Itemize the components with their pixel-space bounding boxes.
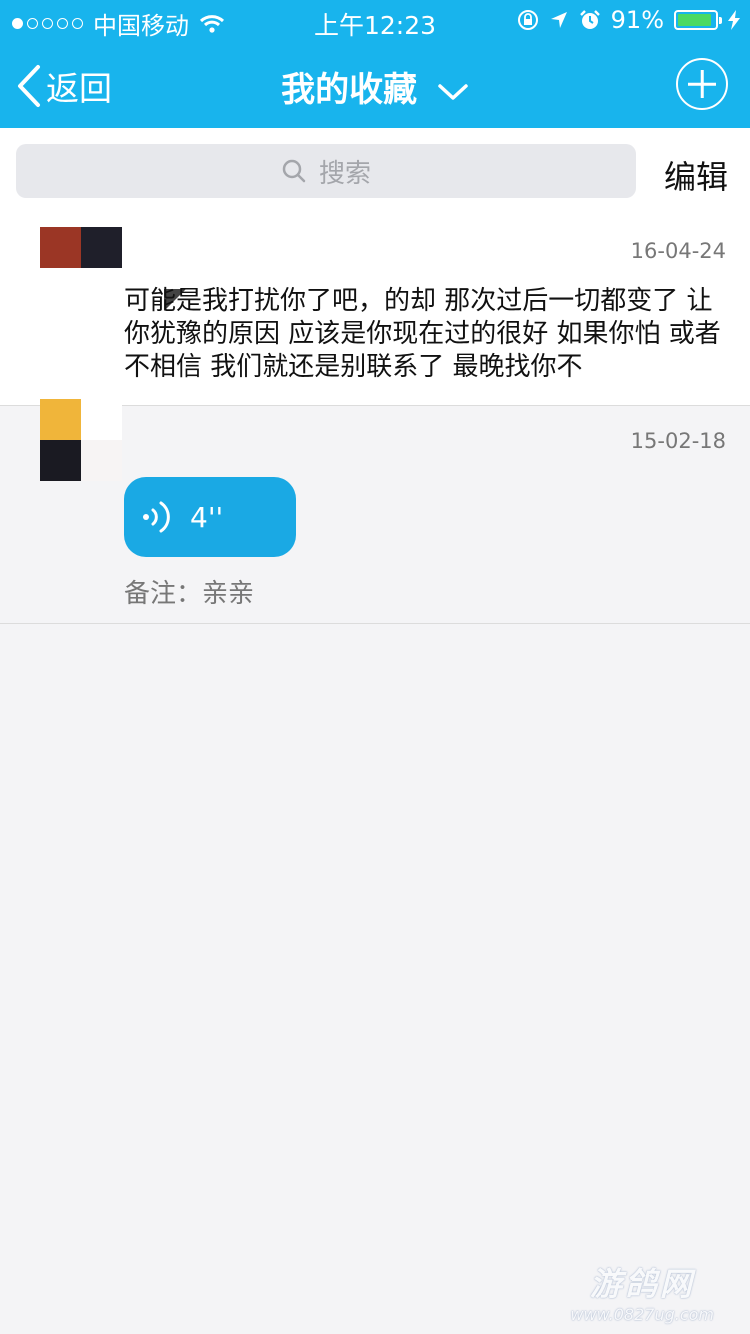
battery-icon (674, 10, 722, 30)
alarm-icon (579, 10, 600, 29)
search-placeholder: 搜索 (318, 158, 371, 189)
title-dropdown[interactable]: 我的收藏 (0, 62, 750, 111)
favorites-list: 16-04-24 可能是我打扰你了吧，的却 那次过后一切都变了 让你犹豫的原因 … (0, 205, 750, 624)
item-date: 15-02-18 (630, 429, 726, 453)
sound-wave-icon (143, 501, 170, 533)
voice-duration: 4'' (190, 500, 224, 534)
battery-level-fill (678, 14, 711, 26)
rotation-lock-icon (517, 10, 538, 30)
item-date: 16-04-24 (630, 239, 726, 263)
search-input[interactable]: 搜索 (16, 144, 636, 198)
avatar (40, 227, 186, 311)
status-right: 91% (517, 6, 740, 34)
list-item[interactable]: 16-04-24 可能是我打扰你了吧，的却 那次过后一切都变了 让你犹豫的原因 … (0, 205, 750, 406)
avatar (40, 399, 122, 481)
navigation-bar: 返回 我的收藏 (0, 40, 750, 128)
edit-button[interactable]: 编辑 (664, 152, 728, 198)
site-watermark: 游鸽网 www.0827ug.com (570, 1259, 714, 1324)
watermark-url: www.0827ug.com (570, 1305, 714, 1324)
page-title: 我的收藏 (281, 70, 418, 110)
charging-icon (728, 10, 740, 30)
voice-message-button[interactable]: 4'' (124, 477, 296, 557)
watermark-title: 游鸽网 (589, 1265, 695, 1303)
status-bar: 中国移动 上午12:23 91% (0, 0, 750, 40)
battery-percent: 91% (610, 6, 664, 34)
add-button[interactable] (676, 58, 728, 110)
list-item[interactable]: 15-02-18 4'' 备注：亲亲 (0, 399, 750, 624)
location-icon (550, 12, 567, 28)
item-text: 可能是我打扰你了吧，的却 那次过后一切都变了 让你犹豫的原因 应该是你现在过的很… (124, 286, 721, 382)
item-note: 备注：亲亲 (124, 579, 255, 609)
search-icon (282, 159, 306, 183)
chevron-down-icon (438, 83, 468, 100)
